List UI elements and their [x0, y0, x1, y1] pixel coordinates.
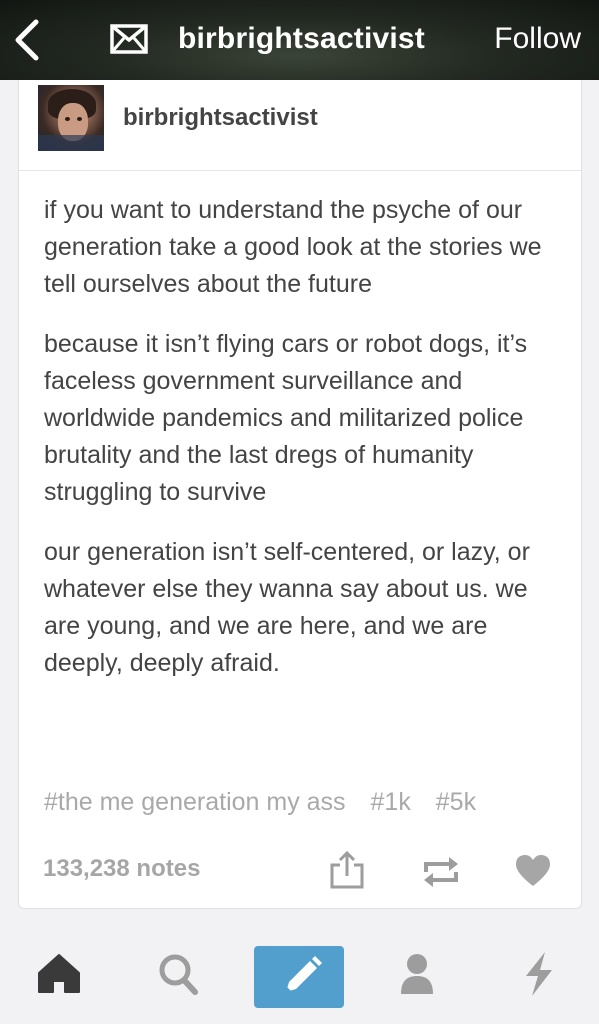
post-header: birbrightsactivist: [19, 80, 581, 171]
message-button[interactable]: [110, 24, 148, 54]
back-chevron-icon: [15, 19, 39, 61]
tab-home[interactable]: [34, 946, 84, 1000]
tab-search[interactable]: [154, 946, 204, 1000]
share-button[interactable]: [329, 850, 365, 890]
compose-pencil-icon: [285, 956, 322, 994]
post-paragraph: because it isn’t flying cars or robot do…: [44, 330, 528, 506]
heart-icon: [516, 855, 550, 886]
notes-count[interactable]: 133,238 notes: [43, 855, 200, 883]
tab-account[interactable]: [392, 946, 442, 1000]
blog-title[interactable]: birbrightsactivist: [178, 20, 425, 58]
account-icon: [401, 954, 433, 994]
tag-link[interactable]: #the me generation my ass: [44, 788, 346, 816]
compose-button[interactable]: [254, 946, 344, 1008]
bottom-tab-bar: [0, 930, 599, 1024]
post-author-name[interactable]: birbrightsactivist: [123, 104, 318, 132]
tag-link[interactable]: #5k: [436, 788, 476, 816]
home-icon: [38, 954, 80, 993]
activity-lightning-icon: [526, 952, 552, 996]
post-paragraph: if you want to understand the psyche of …: [44, 196, 542, 298]
tag-link[interactable]: #1k: [371, 788, 411, 816]
post-tags: #the me generation my ass #1k #5k: [44, 788, 494, 817]
post-paragraph: our generation isn’t self-centered, or l…: [44, 538, 530, 677]
tab-activity[interactable]: [514, 946, 564, 1000]
like-button[interactable]: [515, 854, 551, 888]
post-body: if you want to understand the psyche of …: [44, 192, 564, 705]
reblog-icon: [424, 857, 458, 887]
search-icon: [159, 954, 198, 995]
reblog-button[interactable]: [421, 854, 461, 890]
mail-icon: [110, 24, 148, 54]
follow-button[interactable]: Follow: [494, 20, 581, 58]
back-button[interactable]: [8, 18, 48, 62]
post-card: birbrightsactivist if you want to unders…: [18, 80, 582, 909]
top-nav-bar: birbrightsactivist Follow: [0, 0, 599, 80]
share-icon: [330, 850, 364, 889]
avatar[interactable]: [38, 85, 104, 151]
